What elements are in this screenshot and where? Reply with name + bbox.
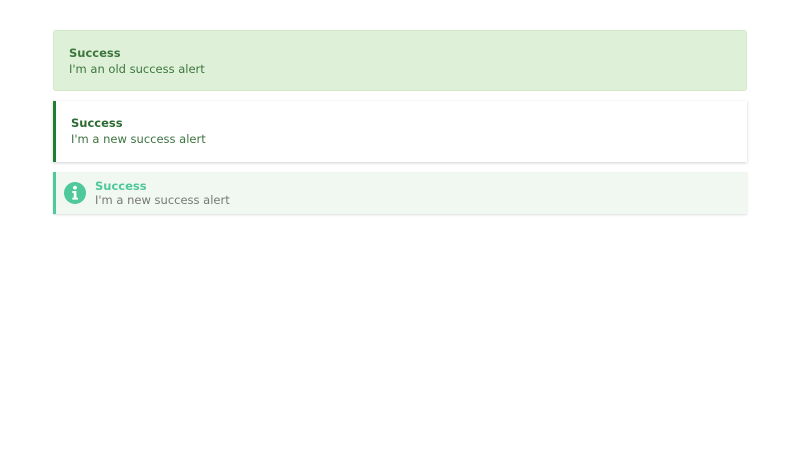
info-circle-icon bbox=[63, 181, 87, 205]
alert-title: Success bbox=[95, 179, 147, 193]
alert-message: I'm an old success alert bbox=[69, 62, 205, 76]
alert-title: Success bbox=[69, 46, 121, 60]
alert-title: Success bbox=[71, 116, 123, 130]
icon-success-alert: Success I'm a new success alert bbox=[53, 172, 747, 214]
alert-message: I'm a new success alert bbox=[95, 193, 230, 207]
new-success-alert: Success I'm a new success alert bbox=[53, 101, 747, 162]
old-success-alert: Success I'm an old success alert bbox=[53, 30, 747, 91]
alerts-stack: Success I'm an old success alert Success… bbox=[53, 30, 747, 214]
alert-text: Success I'm a new success alert bbox=[95, 179, 230, 207]
alert-message: I'm a new success alert bbox=[71, 132, 206, 146]
